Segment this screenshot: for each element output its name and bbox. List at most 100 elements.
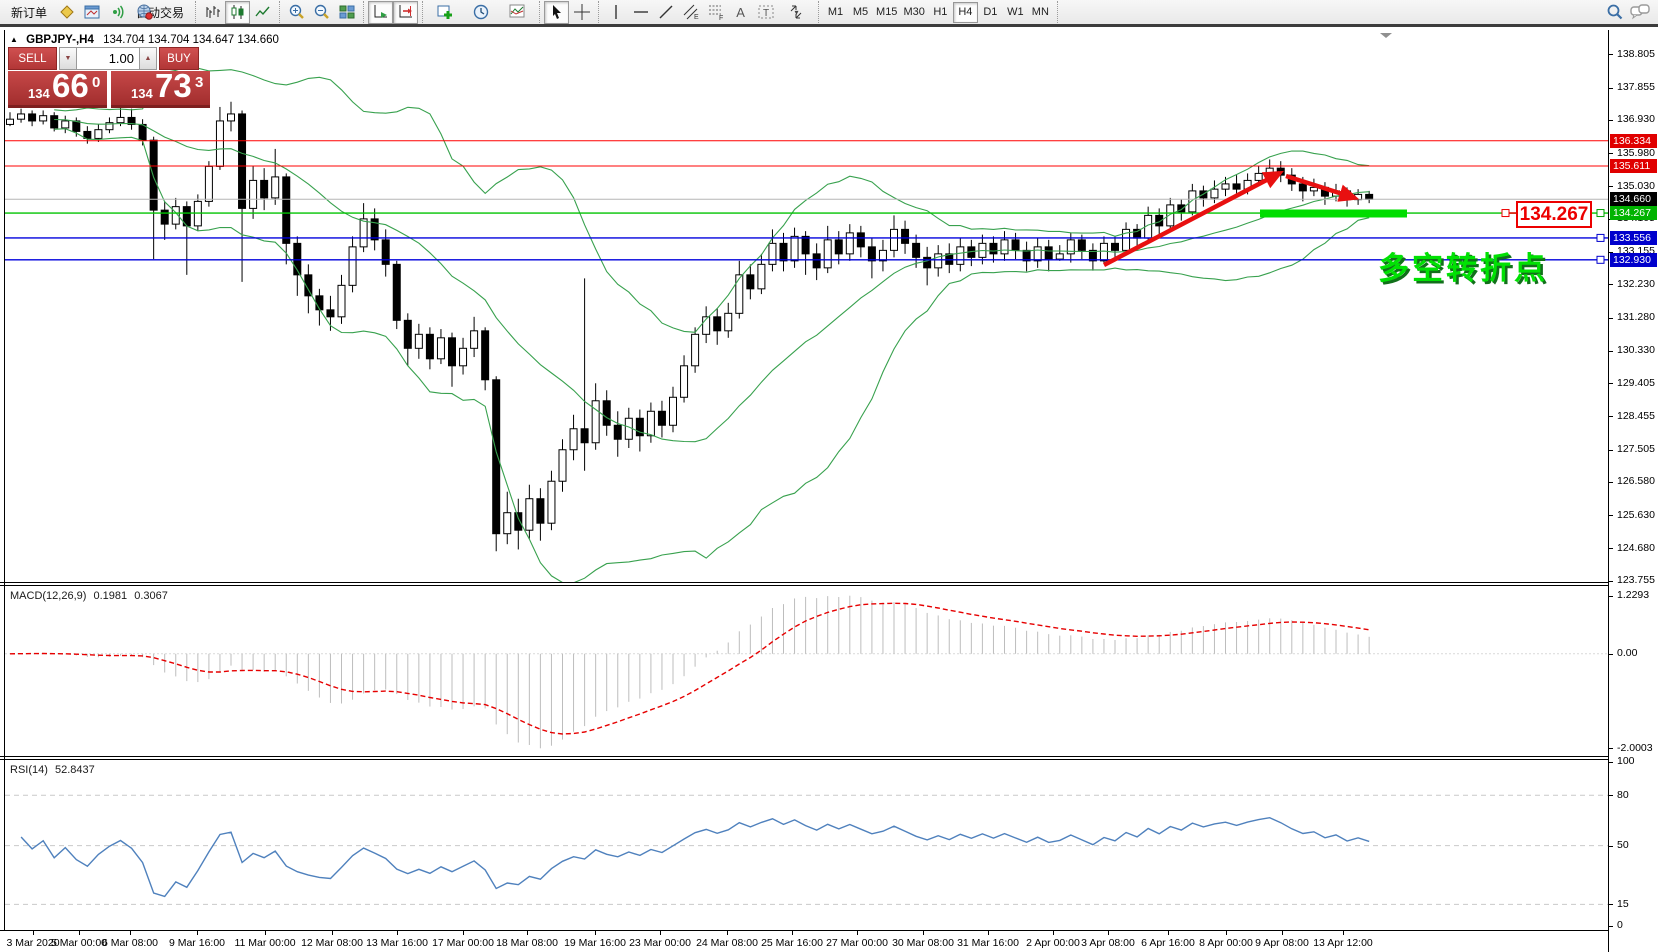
time-tick xyxy=(265,931,266,935)
time-tick xyxy=(923,931,924,935)
timeframe-m1[interactable]: M1 xyxy=(823,2,848,23)
crosshair-button[interactable] xyxy=(569,1,594,24)
time-tick xyxy=(33,931,34,935)
chart-shift-marker[interactable] xyxy=(1380,33,1392,38)
vertical-line-button[interactable] xyxy=(603,1,628,24)
search-button[interactable] xyxy=(1602,1,1627,24)
auto-scroll-icon xyxy=(372,3,390,21)
price-tick xyxy=(1609,383,1613,384)
macd-indicator-label: MACD(12,26,9) 0.1981 0.3067 xyxy=(10,590,168,602)
time-tick xyxy=(595,931,596,935)
macd-tick-label: 1.2293 xyxy=(1617,589,1649,601)
toolbar: 新订单 自动交易 xyxy=(0,0,1658,27)
macd-signal-line xyxy=(10,603,1369,734)
macd-pane-canvas[interactable] xyxy=(5,587,1608,756)
new-chart-button[interactable]: ▾ xyxy=(427,1,463,24)
timeframe-mn[interactable]: MN xyxy=(1028,2,1053,23)
sell-price-sup: 0 xyxy=(92,74,100,91)
equidistant-channel-button[interactable]: E xyxy=(678,1,703,24)
bar-chart-button[interactable] xyxy=(200,1,225,24)
price-tick-label: 137.855 xyxy=(1617,81,1655,93)
price-tick xyxy=(1609,548,1613,549)
pane-separator[interactable] xyxy=(0,582,1658,583)
timeframe-d1[interactable]: D1 xyxy=(978,2,1003,23)
toolbar-separator xyxy=(539,1,540,23)
turning-point-annotation[interactable]: 多空转折点 xyxy=(1378,243,1548,288)
timeframe-w1[interactable]: W1 xyxy=(1003,2,1028,23)
price-level-tag[interactable]: 134.267 xyxy=(1516,201,1592,228)
timeframe-h1[interactable]: H1 xyxy=(928,2,953,23)
trendline-button[interactable] xyxy=(653,1,678,24)
chart-shift-button[interactable] xyxy=(393,1,418,24)
candlesticks xyxy=(7,102,1373,551)
price-tick xyxy=(1609,351,1613,352)
price-tick xyxy=(1609,153,1613,154)
macd-tick xyxy=(1609,654,1613,655)
text-label-button[interactable]: T xyxy=(753,1,778,24)
timeframe-h4[interactable]: H4 xyxy=(953,2,978,23)
time-tick xyxy=(1053,931,1054,935)
profile-button[interactable] xyxy=(54,1,79,24)
rsi-tick-label: 50 xyxy=(1617,839,1629,851)
price-tick-label: 131.280 xyxy=(1617,311,1655,323)
new-order-button[interactable]: 新订单 xyxy=(4,2,54,23)
macd-main-value: 0.1981 xyxy=(93,590,127,602)
time-tick-label: 13 Apr 12:00 xyxy=(1298,937,1388,949)
chart-shift-icon xyxy=(397,3,415,21)
time-tick xyxy=(857,931,858,935)
pane-separator[interactable] xyxy=(0,756,1658,757)
auto-trading-button[interactable]: 自动交易 xyxy=(129,2,191,23)
sell-button[interactable]: SELL xyxy=(8,47,57,70)
alerts-button[interactable] xyxy=(104,1,129,24)
search-icon xyxy=(1606,3,1624,21)
signal-icon xyxy=(108,3,126,21)
indicators-button[interactable]: ▾ xyxy=(499,1,535,24)
timeframe-m30[interactable]: M30 xyxy=(900,2,927,23)
svg-text:T: T xyxy=(763,8,769,19)
chat-button[interactable] xyxy=(1627,1,1652,24)
support-zone-bar[interactable] xyxy=(1260,210,1407,218)
price-tick-label: 126.580 xyxy=(1617,475,1655,487)
price-badge-136.334: 136.334 xyxy=(1610,134,1657,148)
bar-chart-icon xyxy=(204,3,222,21)
time-axis[interactable]: 3 Mar 20205 Mar 00:006 Mar 08:009 Mar 16… xyxy=(0,930,1658,952)
price-tick xyxy=(1609,318,1613,319)
zoom-out-icon xyxy=(313,3,331,21)
price-tick xyxy=(1609,88,1613,89)
horizontal-line-button[interactable] xyxy=(628,1,653,24)
label-icon: T xyxy=(757,3,775,21)
chart-window: ▲ GBPJPY-,H4 134.704 134.704 134.647 134… xyxy=(0,30,1658,952)
period-selector-button[interactable]: ▾ xyxy=(463,1,499,24)
candlestick-chart-button[interactable] xyxy=(225,1,250,24)
buy-price-display[interactable]: 134 73 3 xyxy=(111,71,210,108)
rsi-pane-canvas[interactable] xyxy=(5,761,1608,930)
buy-price-big: 73 xyxy=(155,67,192,105)
pane-separator[interactable] xyxy=(0,759,1658,760)
arrows-button[interactable]: ▾ xyxy=(778,1,814,24)
collapse-panel-icon[interactable]: ▲ xyxy=(10,35,18,44)
line-chart-button[interactable] xyxy=(250,1,275,24)
price-tick-label: 132.230 xyxy=(1617,278,1655,290)
sell-price-display[interactable]: 134 66 0 xyxy=(8,71,107,108)
market-watch-button[interactable] xyxy=(79,1,104,24)
tile-windows-button[interactable] xyxy=(334,1,359,24)
zoom-in-button[interactable] xyxy=(284,1,309,24)
price-axis[interactable]: 138.805137.855136.930135.980135.030134.1… xyxy=(1608,30,1658,952)
ohlc-values: 134.704 134.704 134.647 134.660 xyxy=(103,34,279,46)
cursor-button[interactable] xyxy=(544,1,569,24)
fibonacci-button[interactable]: F xyxy=(703,1,728,24)
time-tick xyxy=(397,931,398,935)
pane-separator[interactable] xyxy=(0,585,1658,586)
price-badge-134.267: 134.267 xyxy=(1610,206,1657,220)
rsi-tick-label: 0 xyxy=(1617,919,1623,931)
timeframe-m15[interactable]: M15 xyxy=(873,2,900,23)
auto-scroll-button[interactable] xyxy=(368,1,393,24)
timeframe-m5[interactable]: M5 xyxy=(848,2,873,23)
main-chart-canvas[interactable] xyxy=(5,32,1608,582)
clock-icon xyxy=(472,3,490,21)
toolbar-separator xyxy=(363,1,364,23)
trend-arrow-down[interactable] xyxy=(1286,176,1355,198)
text-button[interactable]: A xyxy=(728,1,753,24)
rsi-tick-label: 15 xyxy=(1617,898,1629,910)
zoom-out-button[interactable] xyxy=(309,1,334,24)
